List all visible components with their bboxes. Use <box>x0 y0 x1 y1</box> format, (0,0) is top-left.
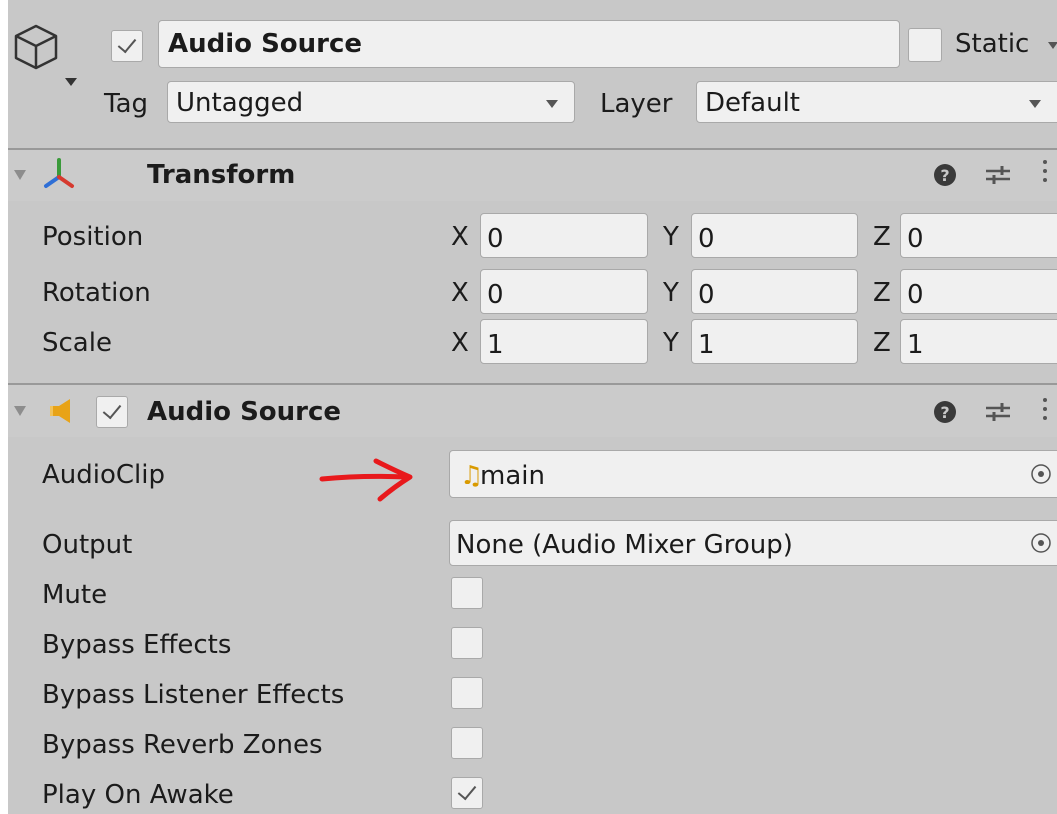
position-x-label[interactable]: X <box>451 224 469 250</box>
layer-value: Default <box>705 88 800 118</box>
audioclip-label: AudioClip <box>42 460 166 490</box>
bypass-reverb-zones-checkbox[interactable] <box>451 727 483 759</box>
audio-source-check-icon <box>102 399 122 420</box>
bypass-listener-effects-label: Bypass Listener Effects <box>42 680 345 710</box>
active-check-icon <box>117 33 137 54</box>
layer-dropdown[interactable]: Default <box>696 81 1057 123</box>
bypass-effects-checkbox[interactable] <box>451 627 483 659</box>
transform-presets-sliders-icon[interactable] <box>984 163 1012 187</box>
scale-label: Scale <box>42 328 112 358</box>
audio-source-foldout-icon[interactable] <box>14 406 26 416</box>
scale-z-value: 1 <box>907 330 924 360</box>
mute-label: Mute <box>42 580 108 610</box>
rotation-x-label[interactable]: X <box>451 280 469 306</box>
output-value: None (Audio Mixer Group) <box>456 530 793 560</box>
static-label[interactable]: Static <box>955 31 1029 57</box>
icon-dropdown-chevron-icon[interactable] <box>65 78 77 86</box>
scale-y-input[interactable]: 1 <box>691 319 858 364</box>
active-toggle[interactable] <box>111 30 143 62</box>
tag-chevron-down-icon <box>546 100 558 108</box>
tag-value: Untagged <box>176 88 304 118</box>
transform-axes-icon <box>42 156 76 192</box>
scale-z-input[interactable]: 1 <box>900 319 1057 364</box>
transform-kebab-menu-icon[interactable] <box>1043 160 1047 187</box>
name-text: Audio Source <box>168 29 363 59</box>
audioclip-value: main <box>480 461 545 491</box>
gameobject-cube-icon <box>12 22 62 78</box>
output-target-picker-icon[interactable] <box>1030 532 1052 554</box>
audio-source-kebab-menu-icon[interactable] <box>1043 398 1047 425</box>
rotation-z-input[interactable]: 0 <box>900 269 1057 314</box>
rotation-z-label[interactable]: Z <box>873 280 891 306</box>
position-z-input[interactable]: 0 <box>900 213 1057 258</box>
static-dropdown-chevron-icon[interactable] <box>1048 42 1057 49</box>
transform-title: Transform <box>147 160 296 190</box>
bypass-listener-effects-checkbox[interactable] <box>451 677 483 709</box>
inspector-panel: Audio Source Static Tag Untagged Layer D… <box>8 0 1057 814</box>
bypass-reverb-zones-label: Bypass Reverb Zones <box>42 730 323 760</box>
position-y-input[interactable]: 0 <box>691 213 858 258</box>
output-field[interactable]: None (Audio Mixer Group) <box>449 520 1057 566</box>
speaker-icon <box>48 396 78 426</box>
audio-source-help-icon[interactable]: ? <box>933 400 957 424</box>
transform-help-icon[interactable]: ? <box>933 163 957 187</box>
tag-dropdown[interactable]: Untagged <box>167 81 575 123</box>
scale-y-value: 1 <box>698 330 715 360</box>
position-x-input[interactable]: 0 <box>480 213 648 258</box>
rotation-y-input[interactable]: 0 <box>691 269 858 314</box>
play-on-awake-checkbox[interactable] <box>451 777 483 809</box>
mute-checkbox[interactable] <box>451 577 483 609</box>
layer-label: Layer <box>600 89 673 119</box>
audio-source-presets-sliders-icon[interactable] <box>984 400 1012 424</box>
bypass-effects-label: Bypass Effects <box>42 630 232 660</box>
audio-source-enabled-toggle[interactable] <box>96 396 128 428</box>
rotation-x-value: 0 <box>487 280 504 310</box>
audio-source-title: Audio Source <box>147 397 342 427</box>
play-on-awake-check-icon <box>457 780 477 801</box>
output-label: Output <box>42 530 133 560</box>
scale-x-value: 1 <box>487 330 504 360</box>
position-z-value: 0 <box>907 224 924 254</box>
svg-text:?: ? <box>940 403 949 422</box>
annotation-arrow-icon <box>318 455 418 503</box>
rotation-y-value: 0 <box>698 280 715 310</box>
position-x-value: 0 <box>487 224 504 254</box>
position-y-value: 0 <box>698 224 715 254</box>
audioclip-target-picker-icon[interactable] <box>1030 463 1052 485</box>
position-z-label[interactable]: Z <box>873 224 891 250</box>
rotation-x-input[interactable]: 0 <box>480 269 648 314</box>
music-note-icon: ♫ <box>460 461 484 491</box>
scale-z-label[interactable]: Z <box>873 330 891 356</box>
svg-text:?: ? <box>940 166 949 185</box>
play-on-awake-label: Play On Awake <box>42 780 234 810</box>
rotation-label: Rotation <box>42 278 151 308</box>
scale-y-label[interactable]: Y <box>663 330 679 356</box>
static-toggle[interactable] <box>908 28 942 62</box>
audioclip-field[interactable]: ♫main <box>449 450 1057 498</box>
layer-chevron-down-icon <box>1029 100 1041 108</box>
name-input[interactable]: Audio Source <box>158 20 900 68</box>
transform-foldout-icon[interactable] <box>14 170 26 180</box>
position-label: Position <box>42 222 144 252</box>
rotation-y-label[interactable]: Y <box>663 280 679 306</box>
scale-x-label[interactable]: X <box>451 330 469 356</box>
position-y-label[interactable]: Y <box>663 224 679 250</box>
rotation-z-value: 0 <box>907 280 924 310</box>
scale-x-input[interactable]: 1 <box>480 319 648 364</box>
tag-label: Tag <box>104 89 149 119</box>
